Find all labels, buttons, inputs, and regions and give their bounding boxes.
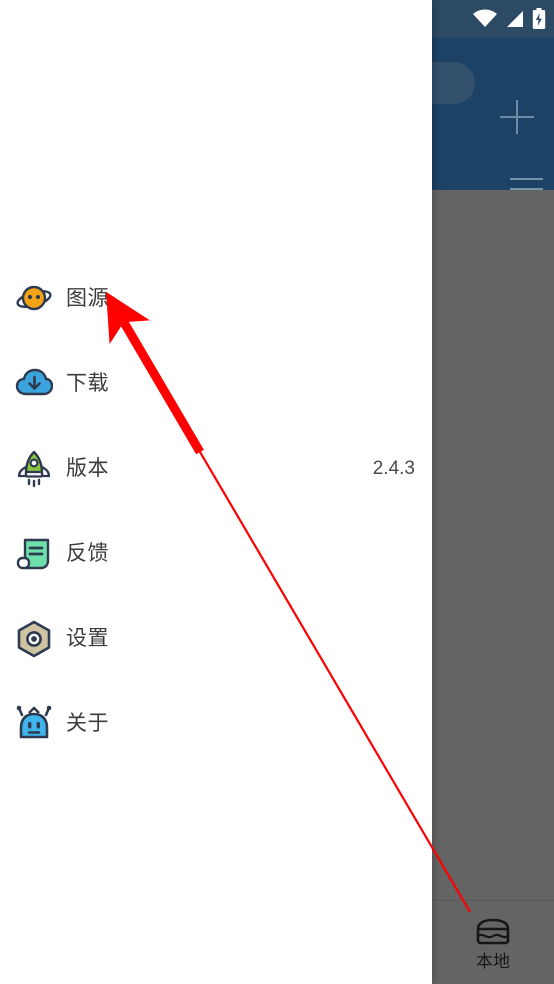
- robot-icon: [14, 704, 54, 744]
- drawer-item-settings[interactable]: 设置: [0, 596, 432, 681]
- drawer-item-label: 关于: [66, 712, 109, 735]
- version-value: 2.4.3: [372, 458, 415, 479]
- drawer-item-about[interactable]: 关于: [0, 681, 432, 766]
- newspaper-icon: [14, 534, 54, 574]
- cloud-download-icon: [14, 364, 54, 404]
- drawer-menu-list: 图源 下载 版本 2.4.3 反馈 设置 关于: [0, 256, 432, 766]
- drawer-item-label: 设置: [66, 627, 109, 650]
- drawer-item-download[interactable]: 下载: [0, 341, 432, 426]
- drawer-item-feedback[interactable]: 反馈: [0, 511, 432, 596]
- screen: 本地 图源 下载 版本 2.4.3 反馈 设置 关于: [0, 0, 554, 984]
- plus-icon[interactable]: [500, 100, 534, 134]
- rocket-icon: [14, 449, 54, 489]
- drawer-item-label: 反馈: [66, 542, 109, 565]
- navigation-drawer: 图源 下载 版本 2.4.3 反馈 设置 关于: [0, 0, 432, 984]
- cell-signal-icon: [507, 11, 523, 27]
- battery-charging-icon: [532, 8, 546, 29]
- status-bar-icons: [472, 6, 546, 32]
- drawer-item-label: 版本: [66, 457, 109, 480]
- drawer-item-version[interactable]: 版本 2.4.3: [0, 426, 432, 511]
- drawer-item-label: 图源: [66, 287, 109, 310]
- planet-icon: [14, 279, 54, 319]
- drawer-item-image-source[interactable]: 图源: [0, 256, 432, 341]
- nav-item-local[interactable]: 本地: [432, 901, 554, 984]
- drawer-item-label: 下载: [66, 372, 109, 395]
- wifi-icon: [473, 9, 497, 27]
- hex-gear-icon: [14, 619, 54, 659]
- store-icon: [476, 918, 510, 944]
- nav-item-local-label: 本地: [476, 951, 510, 971]
